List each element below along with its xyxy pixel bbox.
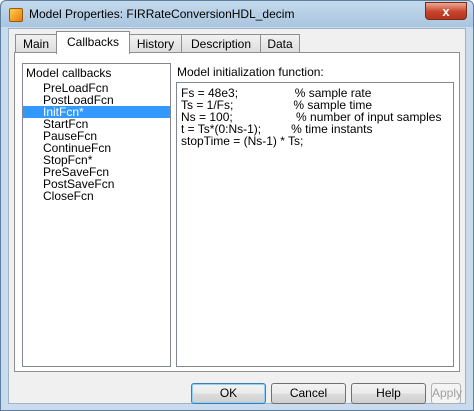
- model-callbacks-header: Model callbacks: [26, 66, 112, 80]
- tab-data[interactable]: Data: [260, 34, 300, 53]
- tab-callbacks[interactable]: Callbacks: [56, 31, 130, 54]
- callback-item-closefcn[interactable]: CloseFcn: [23, 190, 170, 202]
- title-bar[interactable]: Model Properties: FIRRateConversionHDL_d…: [1, 1, 473, 28]
- simulink-app-icon: [9, 8, 23, 22]
- model-callbacks-tree[interactable]: Model callbacks PreLoadFcn PostLoadFcn I…: [22, 63, 171, 367]
- init-function-label: Model initialization function:: [177, 65, 324, 79]
- tab-description[interactable]: Description: [181, 34, 261, 53]
- callbacks-panel: Model callbacks PreLoadFcn PostLoadFcn I…: [14, 52, 460, 372]
- dialog-client: Main Callbacks History Description Data …: [8, 28, 466, 404]
- window-title: Model Properties: FIRRateConversionHDL_d…: [29, 7, 295, 21]
- cancel-button[interactable]: Cancel: [271, 383, 346, 404]
- tab-history[interactable]: History: [129, 34, 182, 53]
- help-button[interactable]: Help: [351, 383, 426, 404]
- model-properties-window: Model Properties: FIRRateConversionHDL_d…: [0, 0, 474, 411]
- tab-main[interactable]: Main: [15, 34, 57, 53]
- init-function-editor[interactable]: Fs = 48e3; % sample rate Ts = 1/Fs; % sam…: [176, 82, 454, 367]
- ok-button[interactable]: OK: [191, 383, 266, 404]
- close-button[interactable]: x: [425, 2, 467, 20]
- apply-button[interactable]: Apply: [431, 383, 462, 404]
- code-line: stopTime = (Ns-1) * Ts;: [181, 134, 304, 148]
